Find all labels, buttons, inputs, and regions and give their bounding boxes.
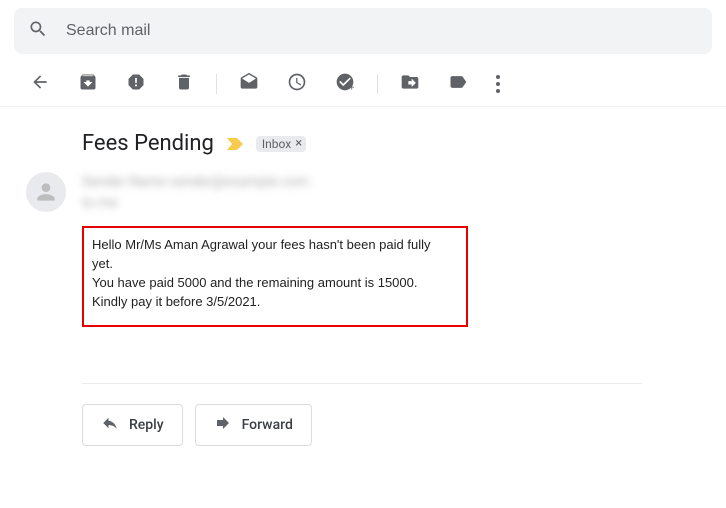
sender-row: Sender Name sender@example.com to me	[0, 166, 726, 214]
spam-icon[interactable]	[126, 72, 146, 96]
subject-text: Fees Pending	[82, 131, 214, 156]
forward-icon	[214, 414, 232, 436]
snooze-icon[interactable]	[287, 72, 307, 96]
reply-icon	[101, 414, 119, 436]
forward-button[interactable]: Forward	[195, 404, 312, 446]
back-icon[interactable]	[30, 72, 50, 96]
body-line: Kindly pay it before 3/5/2021.	[92, 293, 454, 312]
labels-icon[interactable]	[448, 72, 468, 96]
search-bar[interactable]	[14, 8, 712, 54]
search-input[interactable]	[64, 21, 698, 41]
sender-info: Sender Name sender@example.com to me	[82, 172, 309, 214]
separator	[216, 74, 217, 94]
inbox-label-chip[interactable]: Inbox ×	[256, 136, 306, 152]
close-icon[interactable]: ×	[295, 137, 302, 150]
toolbar: +	[0, 54, 726, 107]
search-icon	[28, 19, 48, 43]
add-task-icon[interactable]: +	[335, 72, 355, 96]
svg-text:+: +	[349, 83, 354, 92]
reply-button[interactable]: Reply	[82, 404, 183, 446]
sender-line1: Sender Name sender@example.com	[82, 172, 309, 193]
mark-unread-icon[interactable]	[239, 72, 259, 96]
action-row: Reply Forward	[0, 384, 726, 446]
delete-icon[interactable]	[174, 72, 194, 96]
move-to-icon[interactable]	[400, 72, 420, 96]
body-line: Hello Mr/Ms Aman Agrawal your fees hasn'…	[92, 236, 454, 274]
more-icon[interactable]	[496, 75, 500, 93]
reply-label: Reply	[129, 417, 164, 433]
forward-label: Forward	[242, 417, 293, 433]
separator	[377, 74, 378, 94]
archive-icon[interactable]	[78, 72, 98, 96]
subject-row: Fees Pending Inbox ×	[0, 107, 726, 166]
inbox-label-text: Inbox	[262, 137, 291, 151]
important-marker-icon[interactable]	[226, 136, 244, 152]
avatar	[26, 172, 66, 212]
body-line: You have paid 5000 and the remaining amo…	[92, 274, 454, 293]
sender-line2: to me	[82, 193, 309, 214]
email-body: Hello Mr/Ms Aman Agrawal your fees hasn'…	[82, 226, 468, 327]
